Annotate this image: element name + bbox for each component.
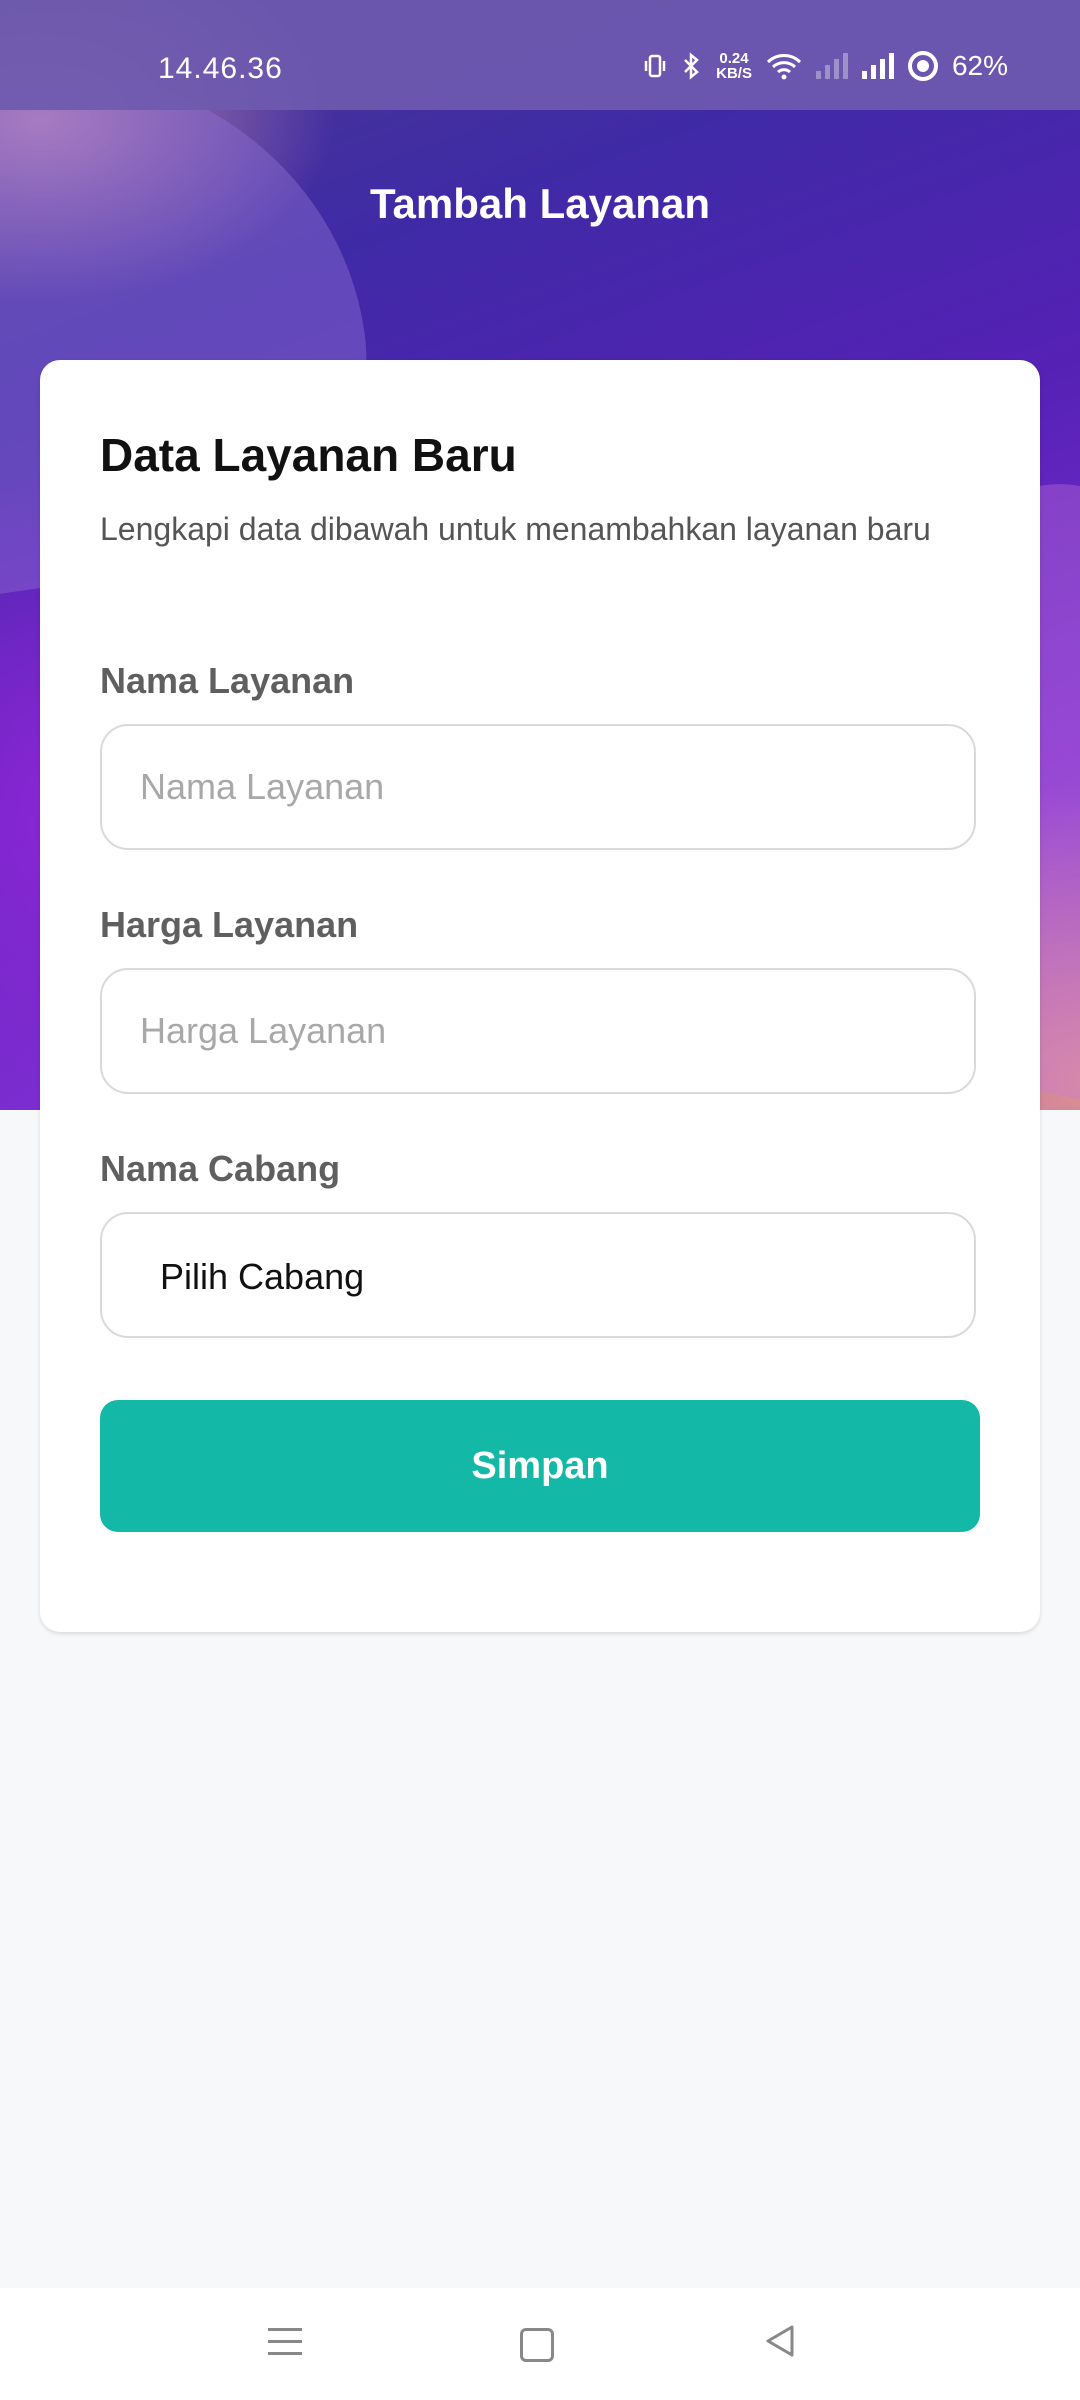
service-price-label: Harga Layanan — [100, 904, 359, 945]
service-name-field[interactable] — [100, 724, 976, 850]
form-subtitle: Lengkapi data dibawah untuk menambahkan … — [100, 511, 931, 547]
branch-select[interactable]: Pilih Cabang — [100, 1212, 976, 1338]
signal-icon — [815, 53, 848, 79]
wifi-icon — [766, 54, 801, 80]
service-price-field[interactable] — [100, 968, 976, 1094]
status-time: 14.46.36 — [158, 52, 283, 85]
back-icon[interactable] — [764, 2324, 796, 2358]
network-speed: 0.24 KB/S — [716, 51, 752, 81]
home-icon[interactable] — [520, 2328, 554, 2362]
service-price-input[interactable] — [102, 970, 974, 1092]
vibrate-icon — [644, 54, 666, 78]
branch-select-value: Pilih Cabang — [160, 1256, 365, 1297]
status-bar: 14.46.36 0.24 KB/S 62% — [0, 0, 1080, 110]
battery-percent: 62% — [951, 50, 1008, 81]
service-name-input[interactable] — [102, 726, 974, 848]
page-title: Tambah Layanan — [370, 180, 710, 227]
navigation-bar — [0, 2288, 1080, 2400]
service-name-label: Nama Layanan — [100, 660, 355, 701]
save-button[interactable]: Simpan — [100, 1400, 980, 1532]
network-speed-value: 0.24 — [719, 50, 749, 67]
form-card: Data Layanan Baru Lengkapi data dibawah … — [40, 360, 1040, 1632]
signal-icon — [861, 53, 894, 79]
battery-icon — [907, 51, 938, 81]
menu-icon[interactable] — [268, 2328, 302, 2356]
form-title: Data Layanan Baru — [100, 429, 517, 481]
status-icons: 0.24 KB/S 62% — [642, 50, 1008, 82]
branch-label: Nama Cabang — [100, 1148, 341, 1189]
network-speed-unit: KB/S — [716, 65, 752, 82]
bluetooth-icon — [684, 52, 699, 80]
